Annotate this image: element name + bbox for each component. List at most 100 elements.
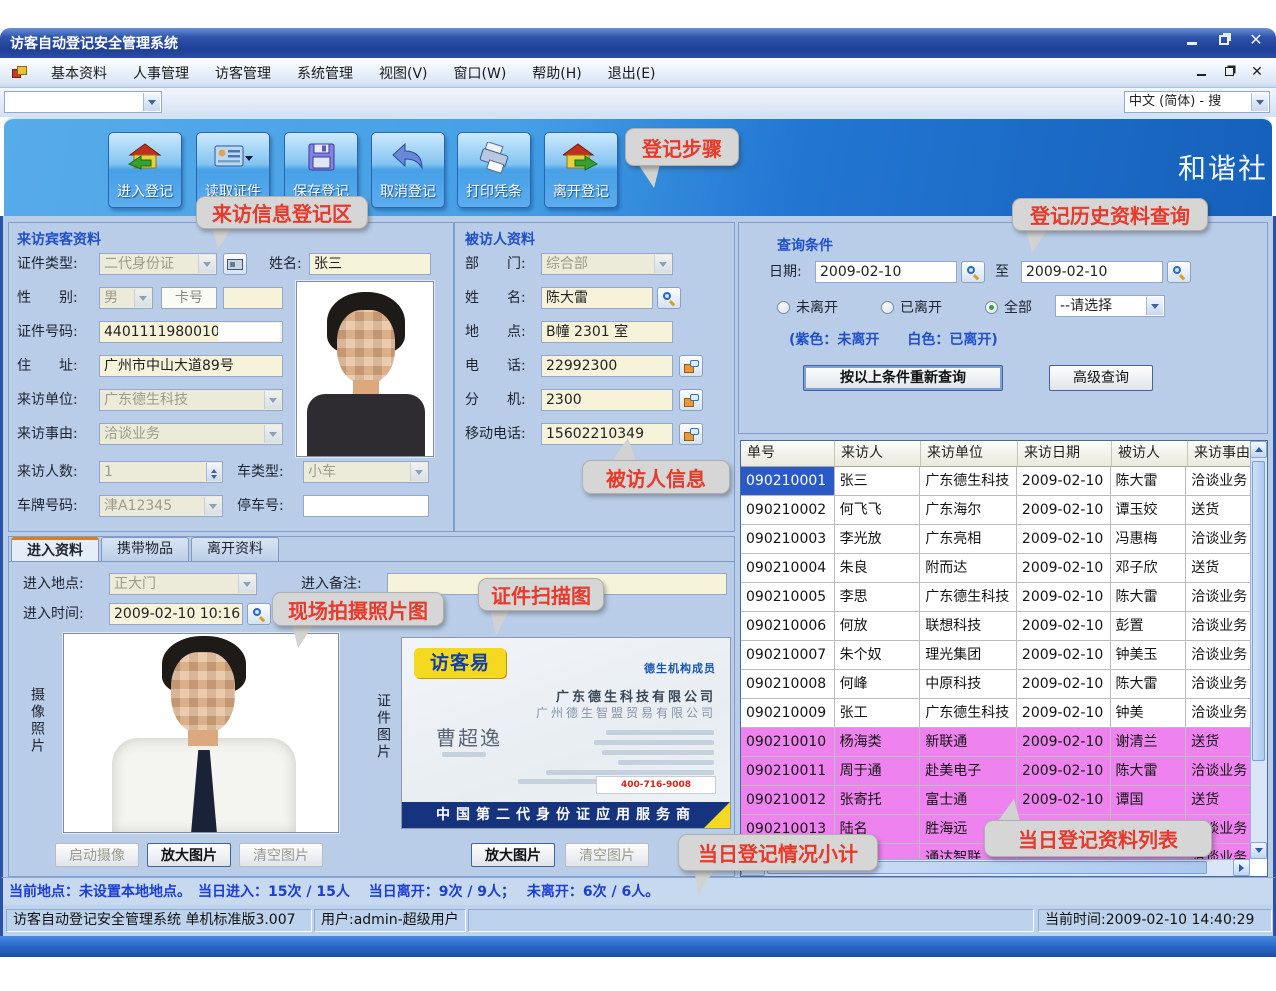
table-row[interactable]: 090210011周于通赴美电子2009-02-10陈大雷洽谈业务 <box>741 757 1250 786</box>
table-cell[interactable]: 钟美玉 <box>1111 641 1187 670</box>
table-cell[interactable]: 新联通 <box>920 728 1017 757</box>
table-cell[interactable]: 090210011 <box>741 757 835 786</box>
plate-number-select[interactable]: 津A12345 <box>99 495 223 517</box>
table-cell[interactable]: 广东德生科技 <box>920 699 1017 728</box>
visit-reason-select[interactable]: 洽谈业务 <box>99 423 283 445</box>
table-cell[interactable]: 理光集团 <box>920 641 1017 670</box>
table-cell[interactable]: 广东海尔 <box>920 496 1017 525</box>
start-camera-button[interactable]: 启动摄像 <box>55 843 139 867</box>
table-cell[interactable]: 090210006 <box>741 612 835 641</box>
table-cell[interactable]: 中原科技 <box>920 670 1017 699</box>
table-cell[interactable]: 广东亮相 <box>920 525 1017 554</box>
table-cell[interactable]: 洽谈业务 <box>1186 583 1250 612</box>
zoom-photo-button[interactable]: 放大图片 <box>147 843 231 867</box>
table-cell[interactable]: 杨海类 <box>835 728 921 757</box>
scroll-up-icon[interactable] <box>1250 441 1267 458</box>
date-to-picker-button[interactable] <box>1167 261 1191 283</box>
tab-leave-info[interactable]: 离开资料 <box>191 537 279 561</box>
leave-registration-button[interactable]: 离开登记 <box>544 132 618 208</box>
table-cell[interactable]: 陈大雷 <box>1111 467 1187 496</box>
table-cell[interactable]: 2009-02-10 <box>1017 525 1111 554</box>
gender-select[interactable]: 男 <box>99 287 153 309</box>
table-cell[interactable]: 090210005 <box>741 583 835 612</box>
col-unit[interactable]: 来访单位 <box>921 441 1018 467</box>
mobile-field[interactable]: 15602210349 <box>541 423 673 445</box>
table-cell[interactable]: 2009-02-10 <box>1017 670 1111 699</box>
table-cell[interactable]: 钟美 <box>1111 699 1187 728</box>
table-cell[interactable]: 2009-02-10 <box>1017 612 1111 641</box>
table-cell[interactable]: 送货 <box>1186 728 1250 757</box>
table-cell[interactable]: 陈大雷 <box>1111 670 1187 699</box>
table-row[interactable]: 090210004朱良附而达2009-02-10邓子欣送货 <box>741 554 1250 583</box>
table-row[interactable]: 090210006何放联想科技2009-02-10彭置洽谈业务 <box>741 612 1250 641</box>
vehicle-type-select[interactable]: 小车 <box>303 461 429 483</box>
parking-number-field[interactable] <box>303 495 429 517</box>
id-number-field[interactable]: 4401111980010 <box>99 321 283 343</box>
table-cell[interactable]: 090210002 <box>741 496 835 525</box>
table-cell[interactable]: 2009-02-10 <box>1017 699 1111 728</box>
table-cell[interactable]: 广东德生科技 <box>920 583 1017 612</box>
visit-unit-select[interactable]: 广东德生科技 <box>99 389 283 411</box>
table-cell[interactable]: 朱良 <box>835 554 921 583</box>
menu-window[interactable]: 窗口(W) <box>441 59 520 87</box>
language-combo[interactable]: 中文 (简体) - 搜 <box>1124 91 1270 113</box>
scroll-right-icon[interactable] <box>1233 859 1250 876</box>
table-cell[interactable]: 090210001 <box>741 467 835 496</box>
table-cell[interactable]: 洽谈业务 <box>1186 467 1250 496</box>
ext-field[interactable]: 2300 <box>541 389 673 411</box>
table-cell[interactable]: 2009-02-10 <box>1017 786 1111 815</box>
table-cell[interactable]: 李光放 <box>835 525 921 554</box>
table-row[interactable]: 090210012张寄托富士通2009-02-10谭国送货 <box>741 786 1250 815</box>
col-visitor[interactable]: 来访人 <box>835 441 921 467</box>
menu-system[interactable]: 系统管理 <box>284 59 366 87</box>
clear-card-button[interactable]: 清空图片 <box>565 843 649 867</box>
enter-registration-button[interactable]: 进入登记 <box>108 132 182 208</box>
date-from-field[interactable]: 2009-02-10 <box>815 261 957 283</box>
col-date[interactable]: 来访日期 <box>1018 441 1112 467</box>
table-cell[interactable]: 周于通 <box>835 757 921 786</box>
table-row[interactable]: 090210008何峰中原科技2009-02-10陈大雷洽谈业务 <box>741 670 1250 699</box>
radio-left[interactable]: 已离开 <box>881 297 942 317</box>
dial-ext-button[interactable] <box>679 389 703 411</box>
visited-name-field[interactable]: 陈大雷 <box>541 287 653 309</box>
table-row[interactable]: 090210007朱个奴理光集团2009-02-10钟美玉洽谈业务 <box>741 641 1250 670</box>
table-cell[interactable]: 邓子欣 <box>1111 554 1187 583</box>
address-field[interactable]: 广州市中山大道89号 <box>99 355 283 377</box>
table-cell[interactable]: 何峰 <box>835 670 921 699</box>
table-cell[interactable]: 2009-02-10 <box>1017 757 1111 786</box>
vertical-scrollbar[interactable] <box>1250 441 1267 859</box>
table-cell[interactable]: 广东德生科技 <box>920 467 1017 496</box>
vscroll-thumb[interactable] <box>1252 461 1265 761</box>
table-cell[interactable]: 2009-02-10 <box>1017 496 1111 525</box>
clear-photo-button[interactable]: 清空图片 <box>239 843 323 867</box>
location-field[interactable]: B幢 2301 室 <box>541 321 673 343</box>
table-cell[interactable]: 洽谈业务 <box>1186 757 1250 786</box>
table-row[interactable]: 090210009张工广东德生科技2009-02-10钟美洽谈业务 <box>741 699 1250 728</box>
table-cell[interactable]: 谢清兰 <box>1111 728 1187 757</box>
table-cell[interactable]: 送货 <box>1186 786 1250 815</box>
tab-carried-items[interactable]: 携带物品 <box>101 537 189 561</box>
col-visited[interactable]: 被访人 <box>1112 441 1188 467</box>
scroll-down-icon[interactable] <box>1250 842 1267 859</box>
minimize-icon[interactable] <box>1180 32 1204 52</box>
table-row[interactable]: 090210010杨海类新联通2009-02-10谢清兰送货 <box>741 728 1250 757</box>
visitor-count-stepper[interactable]: 1 <box>99 461 223 483</box>
close-icon[interactable]: ✕ <box>1244 32 1268 52</box>
table-cell[interactable]: 2009-02-10 <box>1017 583 1111 612</box>
table-cell[interactable]: 洽谈业务 <box>1186 641 1250 670</box>
filter-select[interactable]: --请选择 <box>1055 295 1165 317</box>
table-cell[interactable]: 090210007 <box>741 641 835 670</box>
table-cell[interactable]: 联想科技 <box>920 612 1017 641</box>
table-cell[interactable]: 陈大雷 <box>1111 757 1187 786</box>
table-cell[interactable]: 洽谈业务 <box>1186 525 1250 554</box>
table-cell[interactable]: 冯惠梅 <box>1111 525 1187 554</box>
dial-mobile-button[interactable] <box>679 423 703 445</box>
table-cell[interactable]: 送货 <box>1186 554 1250 583</box>
table-cell[interactable]: 洽谈业务 <box>1186 670 1250 699</box>
table-cell[interactable]: 2009-02-10 <box>1017 641 1111 670</box>
table-cell[interactable]: 张工 <box>835 699 921 728</box>
table-cell[interactable]: 2009-02-10 <box>1017 467 1111 496</box>
table-row[interactable]: 090210005李思广东德生科技2009-02-10陈大雷洽谈业务 <box>741 583 1250 612</box>
table-cell[interactable]: 彭置 <box>1111 612 1187 641</box>
mdi-restore-icon[interactable] <box>1220 63 1238 81</box>
